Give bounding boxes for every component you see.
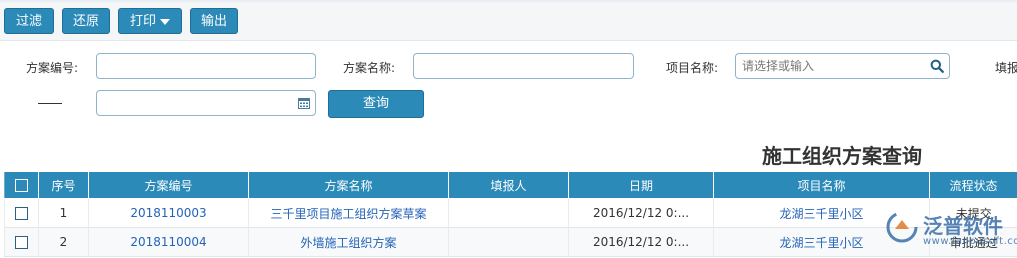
table-row[interactable]: 1 2018110003 三千里项目施工组织方案草案 2016/12/12 0:… — [4, 198, 1017, 228]
plan-name-label: 方案名称: — [343, 61, 396, 75]
column-header[interactable]: 流程状态 — [929, 171, 1017, 199]
row-index: 1 — [38, 198, 89, 228]
reporter-cell — [448, 198, 569, 228]
plan-name-link[interactable]: 外墙施工组织方案 — [248, 227, 449, 257]
search-icon[interactable] — [928, 57, 946, 75]
table-header-row: 序号 方案编号 方案名称 填报人 日期 项目名称 流程状态 — [4, 171, 1017, 199]
results-table: 序号 方案编号 方案名称 填报人 日期 项目名称 流程状态 1 20181100… — [4, 171, 1017, 257]
date-cell: 2016/12/12 0:... — [568, 227, 714, 257]
column-header[interactable]: 日期 — [568, 171, 714, 199]
calendar-icon[interactable] — [297, 96, 311, 110]
query-button[interactable]: 查询 — [328, 90, 424, 118]
date-range-dash — [38, 103, 62, 104]
restore-button[interactable]: 还原 — [62, 8, 110, 34]
column-header[interactable]: 序号 — [38, 171, 89, 199]
plan-no-label: 方案编号: — [26, 61, 79, 75]
plan-name-link[interactable]: 三千里项目施工组织方案草案 — [248, 198, 449, 228]
table-row[interactable]: 2 2018110004 外墙施工组织方案 2016/12/12 0:... 龙… — [4, 227, 1017, 257]
filter-button[interactable]: 过滤 — [4, 8, 54, 34]
select-all-cell[interactable] — [4, 171, 39, 199]
row-select-cell[interactable] — [4, 227, 39, 257]
plan-name-input[interactable] — [413, 53, 634, 79]
column-header[interactable]: 填报人 — [448, 171, 569, 199]
print-button-label: 打印 — [129, 14, 156, 29]
date-input[interactable] — [96, 90, 316, 116]
plan-no-link[interactable]: 2018110004 — [88, 227, 249, 257]
date-cell: 2016/12/12 0:... — [568, 198, 714, 228]
select-all-checkbox[interactable] — [15, 179, 28, 192]
project-search-input[interactable] — [735, 53, 950, 79]
page-title: 施工组织方案查询 — [762, 144, 922, 168]
row-checkbox[interactable] — [15, 236, 28, 249]
plan-no-link[interactable]: 2018110003 — [88, 198, 249, 228]
brand-url: www.fanpusoft.com — [923, 236, 1017, 247]
toolbar: 过滤 还原 打印 输出 — [0, 2, 1017, 41]
brand-name: 泛普软件 — [923, 214, 1003, 238]
column-header[interactable]: 方案名称 — [248, 171, 449, 199]
print-dropdown-button[interactable]: 打印 — [118, 8, 182, 34]
column-header[interactable]: 方案编号 — [88, 171, 249, 199]
caret-down-icon — [160, 18, 170, 25]
brand-watermark: 泛普软件 www.fanpusoft.com — [885, 206, 1017, 250]
column-header[interactable]: 项目名称 — [713, 171, 930, 199]
reporter-label: 填报 — [995, 61, 1017, 75]
export-button[interactable]: 输出 — [190, 8, 238, 34]
brand-logo-icon — [886, 211, 918, 243]
plan-no-input[interactable] — [96, 53, 316, 79]
project-name-label: 项目名称: — [666, 61, 719, 75]
row-index: 2 — [38, 227, 89, 257]
row-checkbox[interactable] — [15, 207, 28, 220]
row-select-cell[interactable] — [4, 198, 39, 228]
reporter-cell — [448, 227, 569, 257]
